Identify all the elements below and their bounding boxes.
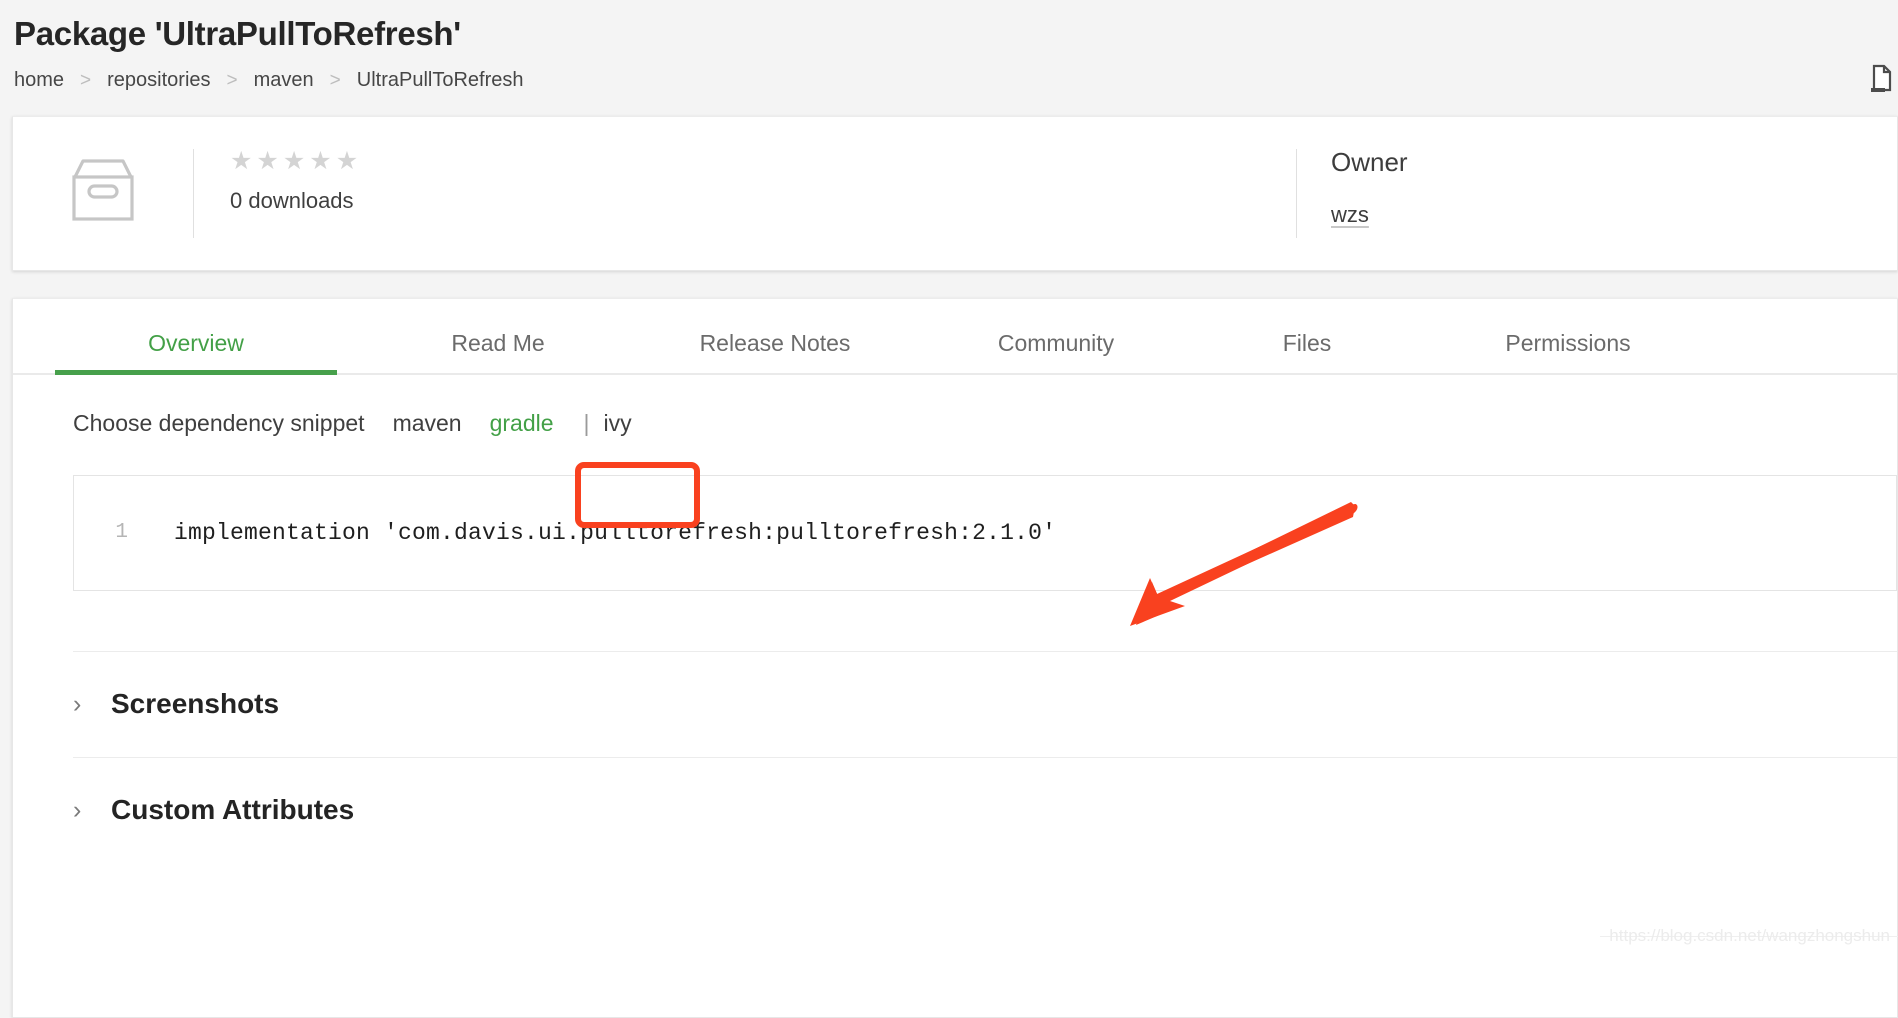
accordion-custom-attributes[interactable]: › Custom Attributes [73, 756, 1897, 863]
code-line-number: 1 [115, 521, 128, 545]
owner-heading: Owner [1331, 146, 1408, 177]
chevron-right-icon: › [73, 795, 82, 824]
dependency-code-line[interactable]: implementation 'com.davis.ui.pulltorefre… [136, 520, 1056, 546]
breadcrumb-item-repositories[interactable]: repositories [107, 69, 210, 92]
info-card-spacer [358, 117, 1296, 270]
star-icon: ★ [309, 146, 332, 175]
snippet-option-gradle[interactable]: gradle [490, 410, 554, 437]
package-stats: ★ ★ ★ ★ ★ 0 downloads [194, 117, 358, 270]
breadcrumb-separator-icon: > [329, 69, 341, 91]
star-rating[interactable]: ★ ★ ★ ★ ★ [230, 146, 359, 175]
star-icon: ★ [256, 146, 279, 175]
star-icon: ★ [282, 146, 306, 175]
breadcrumb-item-maven[interactable]: maven [254, 69, 314, 92]
owner-link[interactable]: wzs [1331, 202, 1369, 228]
package-info-card: ★ ★ ★ ★ ★ 0 downloads Owner wzs [12, 115, 1898, 271]
archive-box-icon [65, 155, 141, 232]
tab-overview[interactable]: Overview [55, 330, 337, 375]
snippet-option-ivy[interactable]: ivy [604, 410, 632, 437]
snippet-option-maven[interactable]: maven [393, 410, 462, 437]
tab-community[interactable]: Community [927, 330, 1185, 373]
package-detail-card: Overview Read Me Release Notes Community… [12, 297, 1898, 1018]
breadcrumb-item-home[interactable]: home [14, 69, 64, 92]
breadcrumb-item-current: UltraPullToRefresh [356, 69, 524, 92]
package-icon-col [13, 117, 193, 270]
tab-bar: Overview Read Me Release Notes Community… [13, 299, 1897, 375]
owner-section: Owner wzs [1297, 117, 1897, 270]
accordion-list: › Screenshots › Custom Attributes [73, 650, 1897, 863]
accordion-screenshots[interactable]: › Screenshots [73, 650, 1897, 757]
page-header: Package 'UltraPullToRefresh' home > repo… [0, 0, 1898, 98]
star-icon: ★ [335, 146, 359, 175]
snippet-chooser-label: Choose dependency snippet [73, 410, 365, 437]
dependency-snippet-chooser: Choose dependency snippet maven gradle |… [13, 375, 1897, 447]
tab-release-notes[interactable]: Release Notes [643, 330, 907, 373]
accordion-screenshots-label: Screenshots [111, 688, 280, 720]
snippet-separator: | [583, 410, 590, 437]
page-title: Package 'UltraPullToRefresh' [14, 15, 461, 52]
copy-page-icon[interactable] [1864, 62, 1898, 96]
breadcrumb-separator-icon: > [80, 69, 92, 91]
tab-permissions[interactable]: Permissions [1443, 330, 1693, 373]
tab-files[interactable]: Files [1215, 330, 1399, 373]
accordion-custom-attributes-label: Custom Attributes [111, 794, 355, 826]
dependency-code-block[interactable]: 1 implementation 'com.davis.ui.pulltoref… [73, 474, 1897, 591]
watermark-text: https://blog.csdn.net/wangzhongshun [1609, 926, 1890, 945]
star-icon: ★ [230, 146, 253, 175]
breadcrumb-separator-icon: > [226, 69, 238, 91]
breadcrumb: home > repositories > maven > UltraPullT… [14, 64, 1898, 98]
tab-read-me[interactable]: Read Me [373, 330, 623, 373]
chevron-right-icon: › [73, 689, 82, 718]
downloads-count: 0 downloads [230, 187, 354, 213]
